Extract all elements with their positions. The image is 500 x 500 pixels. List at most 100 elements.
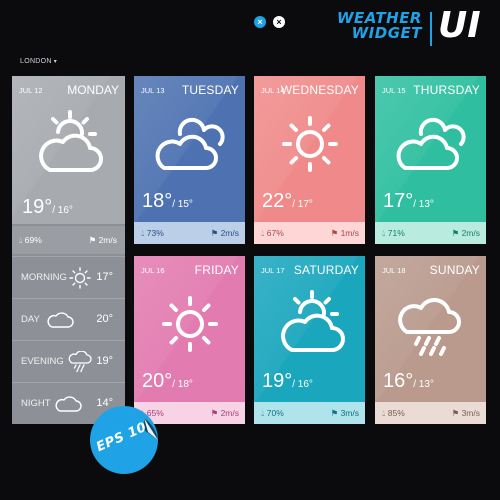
card-humidity: 💧︎ 70%	[261, 408, 284, 418]
card-temp-low: / 13°	[413, 379, 434, 390]
card-date: JUL 18	[382, 266, 406, 275]
drop-icon: 💧︎	[19, 235, 23, 245]
card-temperature: 22°/ 17°	[262, 190, 313, 213]
forecast-card-friday[interactable]: JUL 16 FRIDAY 20°/ 18° 💧︎ 65% ⚑ 2m/s	[134, 256, 245, 424]
flag-icon: ⚑	[330, 408, 339, 418]
dismiss-button[interactable]: ×	[273, 16, 285, 28]
location-name: LONDON	[20, 58, 52, 65]
card-humidity: 💧︎ 67%	[261, 228, 284, 238]
period-temp: 20°	[96, 313, 113, 325]
today-day: MONDAY	[67, 83, 119, 97]
sun-icon	[68, 267, 92, 289]
card-wind: ⚑ 2m/s	[451, 228, 480, 238]
forecast-card-tuesday[interactable]: JUL 13 TUESDAY 18°/ 15° 💧︎ 73% ⚑ 2m/s	[134, 76, 245, 244]
card-date: JUL 17	[261, 266, 285, 275]
flag-icon: ⚑	[210, 408, 219, 418]
sun-icon	[150, 288, 230, 360]
cloud-icon	[54, 393, 82, 415]
flag-icon: ⚑	[451, 408, 460, 418]
flag-icon: ⚑	[88, 235, 97, 245]
card-day: FRIDAY	[194, 263, 239, 277]
card-day: WEDNESDAY	[280, 83, 359, 97]
card-day: THURSDAY	[413, 83, 480, 97]
card-temperature: 18°/ 15°	[142, 190, 193, 213]
card-temp-high: 19°	[262, 370, 293, 392]
drop-icon: 💧︎	[141, 228, 145, 238]
close-button[interactable]: ×	[254, 16, 266, 28]
header: × × WEATHER WIDGET UI	[0, 0, 500, 60]
card-humidity: 💧︎ 85%	[382, 408, 405, 418]
today-stats: 💧︎ 69% ⚑ 2m/s	[12, 226, 125, 254]
period-name: EVENING	[21, 356, 64, 367]
rain-icon	[391, 288, 471, 360]
drop-icon: 💧︎	[261, 408, 265, 418]
brand-ui: UI	[438, 5, 481, 46]
card-temp-high: 22°	[262, 190, 293, 212]
card-wind: ⚑ 1m/s	[330, 228, 359, 238]
forecast-card-sunday[interactable]: JUL 18 SUNDAY 16°/ 13° 💧︎ 85% ⚑ 3m/s	[375, 256, 486, 424]
period-temp: 17°	[96, 271, 113, 283]
card-stats: 💧︎ 71% ⚑ 2m/s	[375, 222, 486, 244]
card-temp-high: 17°	[383, 190, 414, 212]
card-humidity: 💧︎ 73%	[141, 228, 164, 238]
card-stats: 💧︎ 73% ⚑ 2m/s	[134, 222, 245, 244]
location-selector[interactable]: LONDON ▾	[20, 58, 57, 65]
flag-icon: ⚑	[210, 228, 219, 238]
card-day: TUESDAY	[181, 83, 239, 97]
forecast-card-wednesday[interactable]: JUL 14 WEDNESDAY 22°/ 17° 💧︎ 67% ⚑ 1m/s	[254, 76, 365, 244]
drop-icon: 💧︎	[382, 408, 386, 418]
cloudy-icon	[391, 108, 471, 180]
card-temp-low: / 15°	[172, 199, 193, 210]
card-temp-low: / 17°	[292, 199, 313, 210]
card-stats: 💧︎ 70% ⚑ 3m/s	[254, 402, 365, 424]
card-humidity: 💧︎ 71%	[382, 228, 405, 238]
today-card[interactable]: JUL 12 MONDAY 19°/ 16° 💧︎ 69% ⚑ 2m/s MOR…	[12, 76, 125, 424]
flag-icon: ⚑	[330, 228, 339, 238]
period-morning[interactable]: MORNING 17°	[12, 256, 125, 298]
card-stats: 💧︎ 67% ⚑ 1m/s	[254, 222, 365, 244]
card-day: SUNDAY	[429, 263, 480, 277]
card-wind: ⚑ 3m/s	[330, 408, 359, 418]
today-temperature: 19°/ 16°	[22, 196, 73, 219]
card-wind: ⚑ 2m/s	[210, 408, 239, 418]
card-temp-high: 20°	[142, 370, 173, 392]
chevron-down-icon: ▾	[53, 59, 58, 65]
period-temp: 19°	[96, 355, 113, 367]
card-wind: ⚑ 2m/s	[210, 228, 239, 238]
today-date: JUL 12	[19, 86, 43, 95]
today-wind: ⚑ 2m/s	[88, 235, 117, 245]
card-temp-high: 16°	[383, 370, 414, 392]
today-humidity: 💧︎ 69%	[19, 235, 42, 245]
flag-icon: ⚑	[451, 228, 460, 238]
card-temp-high: 18°	[142, 190, 173, 212]
cloud-icon	[46, 309, 74, 331]
card-temperature: 16°/ 13°	[383, 370, 434, 393]
card-day: SATURDAY	[293, 263, 359, 277]
today-temp-high: 19°	[22, 196, 53, 218]
card-temp-low: / 16°	[292, 379, 313, 390]
today-main: JUL 12 MONDAY 19°/ 16°	[12, 76, 125, 224]
period-evening[interactable]: EVENING 19°	[12, 340, 125, 382]
card-temp-low: / 13°	[413, 199, 434, 210]
drop-icon: 💧︎	[382, 228, 386, 238]
sun-icon	[270, 108, 350, 180]
drop-icon: 💧︎	[261, 228, 265, 238]
period-day[interactable]: DAY 20°	[12, 298, 125, 340]
period-name: DAY	[21, 314, 40, 325]
card-stats: 💧︎ 85% ⚑ 3m/s	[375, 402, 486, 424]
brand-line2: WIDGET	[351, 24, 422, 42]
card-wind: ⚑ 3m/s	[451, 408, 480, 418]
card-temperature: 19°/ 16°	[262, 370, 313, 393]
card-date: JUL 13	[141, 86, 165, 95]
brand-divider	[430, 12, 432, 46]
brand-logo: WEATHER WIDGET	[312, 11, 422, 41]
forecast-card-thursday[interactable]: JUL 15 THURSDAY 17°/ 13° 💧︎ 71% ⚑ 2m/s	[375, 76, 486, 244]
partly-cloudy-icon	[270, 288, 350, 360]
card-temperature: 17°/ 13°	[383, 190, 434, 213]
card-date: JUL 16	[141, 266, 165, 275]
forecast-card-saturday[interactable]: JUL 17 SATURDAY 19°/ 16° 💧︎ 70% ⚑ 3m/s	[254, 256, 365, 424]
period-name: MORNING	[21, 272, 67, 283]
period-name: NIGHT	[21, 398, 51, 409]
card-temperature: 20°/ 18°	[142, 370, 193, 393]
rain-icon	[68, 350, 92, 373]
